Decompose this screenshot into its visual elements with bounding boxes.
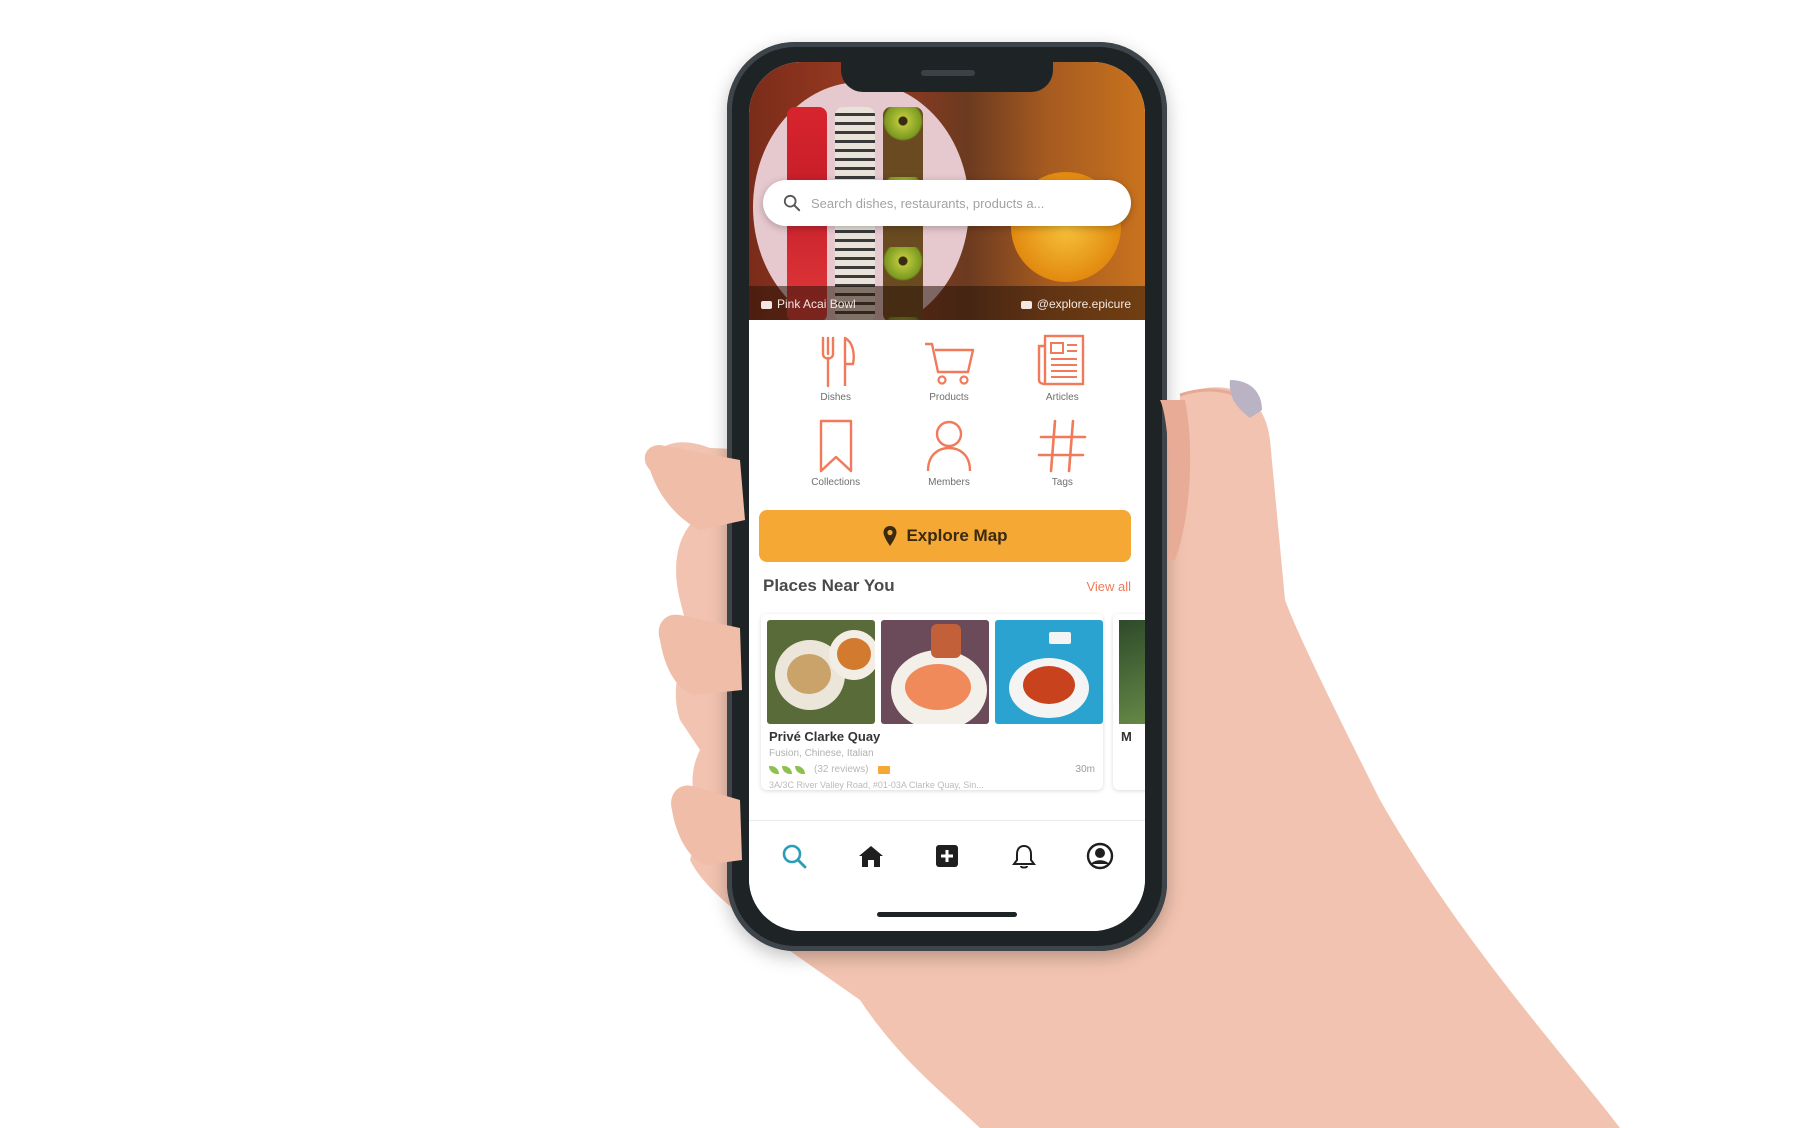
search-icon: [782, 844, 807, 869]
plus-square-icon: [936, 845, 958, 867]
bell-icon: [1011, 844, 1036, 869]
hero-caption-right[interactable]: @explore.epicure: [1020, 297, 1131, 311]
places-section-title: Places Near You: [763, 576, 895, 595]
nav-notifications-button[interactable]: [1007, 839, 1041, 873]
bottom-navigation: [749, 820, 1145, 931]
camera-icon: [761, 300, 772, 309]
home-icon: [858, 846, 883, 867]
category-label: Dishes: [820, 392, 851, 403]
search-input[interactable]: [809, 194, 1113, 212]
user-icon: [1020, 300, 1032, 309]
rating-leaf-icon: [795, 765, 805, 774]
place-address: 3A/3C River Valley Road, #01-03A Clarke …: [769, 780, 984, 790]
category-label: Articles: [1045, 392, 1079, 403]
review-count: (32 reviews): [814, 764, 869, 775]
map-pin-icon: [883, 526, 897, 546]
phone-notch: [841, 62, 1053, 92]
rating-leaf-icon: [782, 765, 792, 774]
place-photo-2: [881, 620, 989, 724]
explore-map-button[interactable]: Explore Map: [759, 510, 1131, 562]
place-photo-3: [995, 620, 1103, 724]
nav-home-button[interactable]: [854, 839, 888, 873]
category-members[interactable]: Members: [892, 417, 1005, 488]
nav-search-button[interactable]: [777, 839, 811, 873]
phone-frame: Pink Acai Bowl @explore.epicure Dishes: [727, 42, 1167, 951]
user-circle-icon: [1086, 842, 1114, 870]
nav-profile-button[interactable]: [1083, 839, 1117, 873]
category-products[interactable]: Products: [892, 332, 1005, 403]
category-tags[interactable]: Tags: [1006, 417, 1119, 488]
category-label: Tags: [1051, 477, 1073, 488]
shopping-cart-icon: [924, 342, 975, 385]
bottom-nav-icons: [777, 839, 1117, 873]
search-bar[interactable]: [763, 180, 1131, 226]
places-section-header: Places Near You View all: [763, 576, 1131, 596]
person-icon: [926, 420, 972, 472]
nav-add-button[interactable]: [930, 839, 964, 873]
search-icon: [783, 194, 801, 212]
category-label: Products: [929, 392, 969, 403]
place-meta: (32 reviews) 30m: [769, 764, 1095, 775]
mockup-stage: Pink Acai Bowl @explore.epicure Dishes: [0, 0, 1806, 1128]
place-distance: 30m: [1075, 764, 1095, 775]
category-grid: Dishes Products Articles Collections Mem…: [779, 332, 1119, 488]
hero-caption-left: Pink Acai Bowl: [761, 297, 856, 311]
bookmark-icon: [819, 419, 852, 473]
hashtag-icon: [1038, 419, 1087, 473]
category-label: Collections: [811, 477, 861, 488]
view-all-link[interactable]: View all: [1086, 579, 1131, 594]
newspaper-icon: [1038, 334, 1085, 386]
place-photo: [1119, 620, 1145, 724]
place-photo-1: [767, 620, 875, 724]
category-dishes[interactable]: Dishes: [779, 332, 892, 403]
place-name: M: [1121, 729, 1132, 744]
place-name: Privé Clarke Quay: [769, 729, 881, 744]
place-cuisine: Fusion, Chinese, Italian: [769, 748, 874, 759]
category-collections[interactable]: Collections: [779, 417, 892, 488]
home-indicator: [877, 912, 1017, 917]
rating-leaf-icon: [769, 765, 779, 774]
hero-banner: Pink Acai Bowl @explore.epicure: [749, 62, 1145, 320]
explore-map-label: Explore Map: [906, 526, 1008, 545]
place-card[interactable]: Privé Clarke Quay Fusion, Chinese, Itali…: [761, 614, 1103, 790]
price-level-icon: [878, 765, 891, 774]
fork-knife-icon: [821, 336, 855, 388]
category-articles[interactable]: Articles: [1006, 332, 1119, 403]
phone-screen: Pink Acai Bowl @explore.epicure Dishes: [749, 62, 1145, 931]
place-card-photos: [767, 620, 1103, 724]
place-card-partial[interactable]: M: [1113, 614, 1145, 790]
category-label: Members: [928, 477, 970, 488]
